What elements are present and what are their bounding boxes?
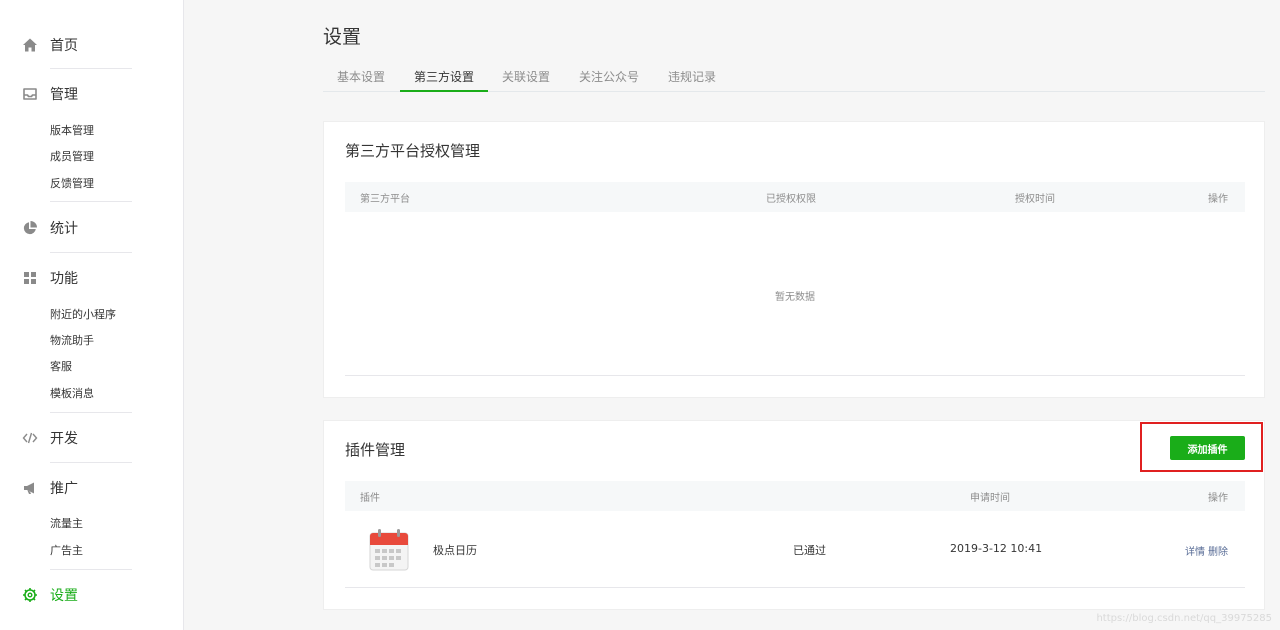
sidebar-divider bbox=[50, 252, 132, 253]
table-divider bbox=[345, 587, 1245, 588]
tab-linked-settings[interactable]: 关联设置 bbox=[502, 68, 550, 85]
sidebar-item-label: 设置 bbox=[50, 588, 78, 604]
page-title: 设置 bbox=[323, 26, 362, 48]
gear-icon bbox=[22, 587, 38, 603]
sidebar-item-members[interactable]: 成员管理 bbox=[50, 150, 94, 164]
pie-chart-icon bbox=[22, 220, 38, 236]
sidebar-divider bbox=[50, 412, 132, 413]
sidebar-item-manage[interactable]: 管理 bbox=[22, 82, 78, 106]
grid-icon bbox=[22, 270, 38, 286]
plugin-delete-link[interactable]: 删除 bbox=[1208, 543, 1228, 558]
tab-follow-account[interactable]: 关注公众号 bbox=[579, 68, 639, 85]
sidebar-item-label: 首页 bbox=[50, 38, 78, 54]
sidebar-item-label: 开发 bbox=[50, 431, 78, 447]
tab-third-party-settings[interactable]: 第三方设置 bbox=[414, 68, 474, 85]
sidebar-item-label: 统计 bbox=[50, 221, 78, 237]
plugin-table-header: 插件 申请时间 操作 bbox=[345, 481, 1245, 511]
column-header-actions: 操作 bbox=[1208, 493, 1228, 504]
inbox-icon bbox=[22, 86, 38, 102]
third-party-table-header: 第三方平台 已授权权限 授权时间 操作 bbox=[345, 182, 1245, 212]
plugin-detail-link[interactable]: 详情 bbox=[1185, 543, 1205, 558]
sidebar: 首页 管理 版本管理 成员管理 反馈管理 统计 功能 附近的小程序 物流助手 客… bbox=[0, 0, 184, 630]
settings-tabs: 基本设置 第三方设置 关联设置 关注公众号 违规记录 bbox=[323, 60, 1265, 92]
plugin-name: 极点日历 bbox=[433, 544, 477, 557]
sidebar-divider bbox=[50, 569, 132, 570]
sidebar-item-feedback[interactable]: 反馈管理 bbox=[50, 177, 94, 191]
third-party-card: 第三方平台授权管理 第三方平台 已授权权限 授权时间 操作 暂无数据 bbox=[323, 121, 1265, 398]
sidebar-divider bbox=[50, 462, 132, 463]
sidebar-item-templates[interactable]: 模板消息 bbox=[50, 387, 94, 401]
table-divider bbox=[345, 375, 1245, 376]
sidebar-item-dev[interactable]: 开发 bbox=[22, 426, 78, 450]
sidebar-divider bbox=[50, 68, 132, 69]
sidebar-item-label: 推广 bbox=[50, 481, 78, 497]
sidebar-item-logistics[interactable]: 物流助手 bbox=[50, 334, 94, 348]
third-party-title: 第三方平台授权管理 bbox=[345, 142, 481, 160]
plugin-title: 插件管理 bbox=[345, 441, 406, 459]
sidebar-item-features[interactable]: 功能 bbox=[22, 266, 78, 290]
column-header-auth-time: 授权时间 bbox=[1015, 194, 1055, 205]
sidebar-item-nearby[interactable]: 附近的小程序 bbox=[50, 308, 116, 322]
watermark: https://blog.csdn.net/qq_39975285 bbox=[1096, 613, 1272, 624]
calendar-icon bbox=[369, 527, 409, 571]
plugin-status: 已通过 bbox=[793, 544, 826, 557]
sidebar-item-home[interactable]: 首页 bbox=[22, 33, 78, 57]
sidebar-item-stats[interactable]: 统计 bbox=[22, 216, 78, 240]
sidebar-item-advertiser[interactable]: 广告主 bbox=[50, 544, 83, 558]
column-header-permissions: 已授权权限 bbox=[766, 194, 816, 205]
column-header-plugin: 插件 bbox=[360, 493, 380, 504]
megaphone-icon bbox=[22, 480, 38, 496]
column-header-platform: 第三方平台 bbox=[360, 194, 410, 205]
sidebar-divider bbox=[50, 201, 132, 202]
sidebar-item-settings[interactable]: 设置 bbox=[22, 583, 78, 607]
sidebar-item-label: 管理 bbox=[50, 87, 78, 103]
sidebar-item-promote[interactable]: 推广 bbox=[22, 476, 78, 500]
plugin-card: 插件管理 添加插件 插件 申请时间 操作 极点日历 已通过 2019-3-12 … bbox=[323, 420, 1265, 610]
column-header-actions: 操作 bbox=[1208, 194, 1228, 205]
sidebar-item-traffic-owner[interactable]: 流量主 bbox=[50, 517, 83, 531]
code-icon bbox=[22, 430, 38, 446]
plugin-applied-time: 2019-3-12 10:41 bbox=[950, 542, 1043, 555]
empty-state-text: 暂无数据 bbox=[775, 292, 815, 303]
highlight-annotation bbox=[1140, 422, 1263, 472]
home-icon bbox=[22, 37, 38, 53]
sidebar-item-customer-service[interactable]: 客服 bbox=[50, 360, 72, 374]
tab-violations[interactable]: 违规记录 bbox=[668, 68, 716, 85]
active-tab-indicator bbox=[400, 90, 488, 92]
sidebar-item-versions[interactable]: 版本管理 bbox=[50, 124, 94, 138]
tab-basic-settings[interactable]: 基本设置 bbox=[337, 68, 385, 85]
sidebar-item-label: 功能 bbox=[50, 271, 78, 287]
column-header-applied-time: 申请时间 bbox=[970, 493, 1010, 504]
